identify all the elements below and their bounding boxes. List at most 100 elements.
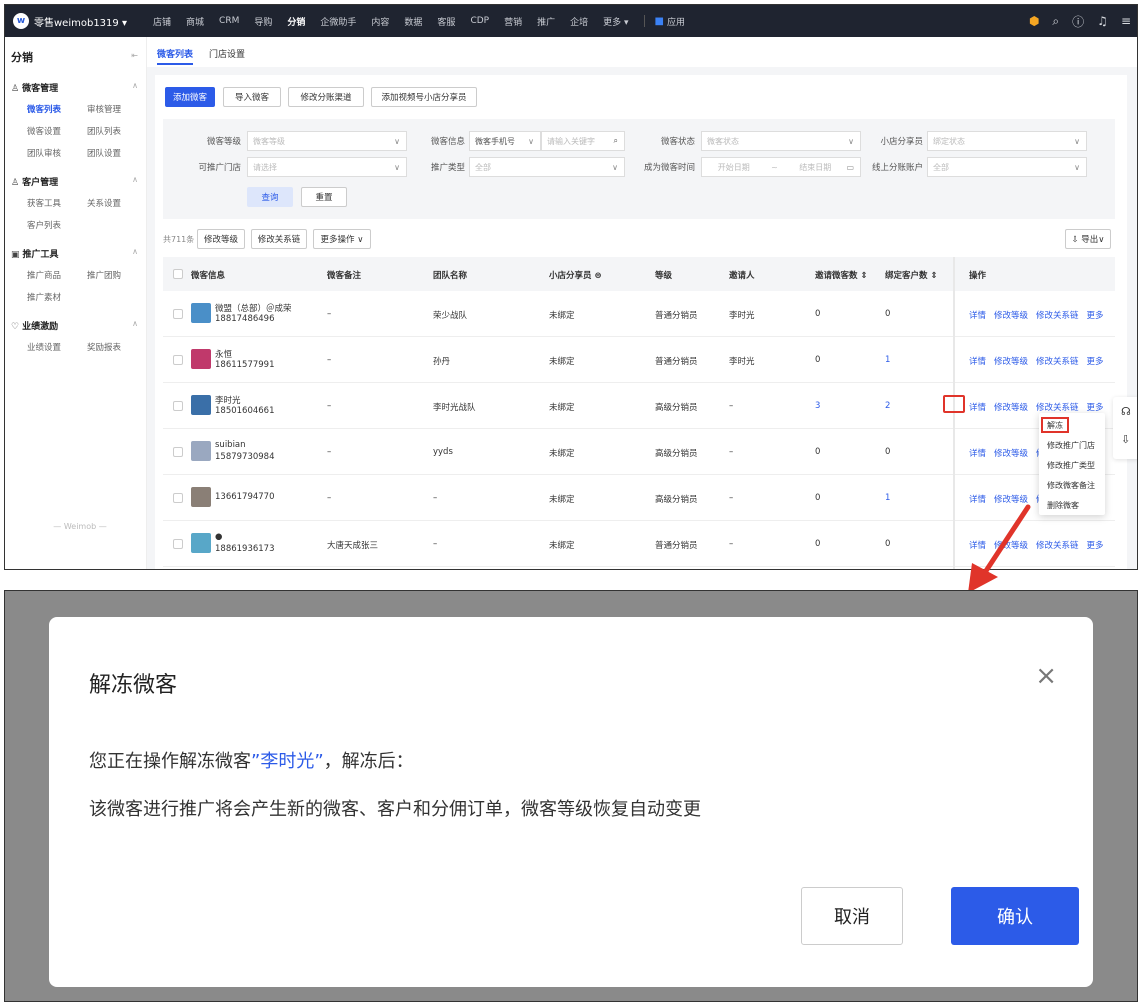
confirm-button[interactable]: 确认	[951, 887, 1079, 945]
sidebar-item[interactable]: 微客设置	[27, 125, 61, 137]
row-checkbox[interactable]	[173, 401, 183, 411]
more-link[interactable]: 更多	[1087, 355, 1104, 367]
edit-level-link[interactable]: 修改等级	[994, 355, 1028, 367]
more-actions-button[interactable]: 更多操作 ∨	[313, 229, 371, 249]
topnav-item[interactable]: 内容	[371, 15, 389, 28]
topnav-item-distribution[interactable]: 分销	[287, 15, 305, 28]
hexagon-logo-icon[interactable]: ⬢	[1029, 14, 1039, 28]
details-link[interactable]: 详情	[969, 447, 986, 459]
bell-icon[interactable]: ♫	[1097, 14, 1108, 28]
details-link[interactable]: 详情	[969, 493, 986, 505]
keyword-input[interactable]: 请输入关键字 ⌕	[541, 131, 625, 151]
topnav-item[interactable]: 营销	[504, 15, 522, 28]
details-link[interactable]: 详情	[969, 355, 986, 367]
sidebar-item-wike-list[interactable]: 微客列表	[27, 103, 61, 115]
close-icon[interactable]: ×	[1035, 663, 1057, 689]
chevron-up-icon[interactable]: ∧	[132, 175, 138, 184]
add-wike-button[interactable]: 添加微客	[165, 87, 215, 107]
collapse-icon[interactable]: ⇤	[131, 51, 138, 60]
topnav-item[interactable]: 推广	[537, 15, 555, 28]
menu-item-edit-remark[interactable]: 修改微客备注	[1047, 480, 1095, 491]
edit-level-link[interactable]: 修改等级	[994, 309, 1028, 321]
edit-relation-link[interactable]: 修改关系链	[1036, 355, 1079, 367]
search-icon[interactable]: ⌕	[614, 136, 618, 146]
reset-button[interactable]: 重置	[301, 187, 347, 207]
sidebar-group-customer[interactable]: ♙ 客户管理	[11, 175, 58, 188]
row-checkbox[interactable]	[173, 539, 183, 549]
date-range-picker[interactable]: 开始日期 ~ 结束日期 ▭	[701, 157, 861, 177]
menu-item-unfreeze[interactable]: 解冻	[1047, 420, 1063, 431]
sidebar-group-wike[interactable]: ♙ 微客管理	[11, 81, 58, 94]
topnav-item[interactable]: 数据	[404, 15, 422, 28]
more-link[interactable]: 更多	[1087, 539, 1104, 551]
menu-item-edit-store[interactable]: 修改推广门店	[1047, 440, 1095, 451]
edit-relation-link[interactable]: 修改关系链	[1036, 401, 1079, 413]
import-wike-button[interactable]: 导入微客	[223, 87, 281, 107]
row-checkbox[interactable]	[173, 309, 183, 319]
tab-wike-list[interactable]: 微客列表	[157, 47, 193, 60]
sidebar-group-incentive[interactable]: ♡ 业绩激励	[11, 319, 58, 332]
sharer-select[interactable]: 绑定状态 ∨	[927, 131, 1087, 151]
sidebar-item[interactable]: 团队审核	[27, 147, 61, 159]
topnav-item-more[interactable]: 更多 ▾	[603, 15, 628, 28]
account-select[interactable]: 全部 ∨	[927, 157, 1087, 177]
sidebar-item[interactable]: 推广素材	[27, 291, 61, 303]
cell-bound[interactable]: 1	[885, 493, 890, 503]
sidebar-item[interactable]: 奖励报表	[87, 341, 121, 353]
download-icon[interactable]: ⇩	[1121, 433, 1130, 446]
add-video-sharer-button[interactable]: 添加视频号小店分享员	[371, 87, 477, 107]
topnav-item[interactable]: 企微助手	[320, 15, 356, 28]
edit-relation-button[interactable]: 修改关系链	[251, 229, 307, 249]
query-button[interactable]: 查询	[247, 187, 293, 207]
cell-bound[interactable]: 2	[885, 401, 890, 411]
store-select[interactable]: 请选择 ∨	[247, 157, 407, 177]
search-icon[interactable]: ⌕	[1052, 14, 1059, 29]
sidebar-group-promo[interactable]: ▣ 推广工具	[11, 247, 59, 260]
tab-store-settings[interactable]: 门店设置	[209, 47, 245, 60]
status-select[interactable]: 微客状态 ∨	[701, 131, 861, 151]
more-link[interactable]: 更多	[1087, 309, 1104, 321]
edit-relation-link[interactable]: 修改关系链	[1036, 539, 1079, 551]
sidebar-item[interactable]: 业绩设置	[27, 341, 61, 353]
edit-relation-link[interactable]: 修改关系链	[1036, 309, 1079, 321]
topnav-item[interactable]: 店铺	[153, 15, 171, 28]
info-type-select[interactable]: 微客手机号 ∨	[469, 131, 541, 151]
edit-split-channel-button[interactable]: 修改分账渠道	[288, 87, 364, 107]
edit-level-link[interactable]: 修改等级	[994, 447, 1028, 459]
help-icon[interactable]: ⓘ	[1072, 13, 1084, 30]
sidebar-item[interactable]: 团队设置	[87, 147, 121, 159]
topnav-item[interactable]: 企培	[570, 15, 588, 28]
select-all-checkbox[interactable]	[173, 269, 183, 279]
chevron-up-icon[interactable]: ∧	[132, 81, 138, 90]
sidebar-item[interactable]: 客户列表	[27, 219, 61, 231]
topnav-item[interactable]: CDP	[470, 16, 489, 26]
topnav-item[interactable]: 商城	[186, 15, 204, 28]
topnav-item[interactable]: 客服	[437, 15, 455, 28]
promo-type-select[interactable]: 全部 ∨	[469, 157, 625, 177]
row-checkbox[interactable]	[173, 355, 183, 365]
sidebar-item[interactable]: 团队列表	[87, 125, 121, 137]
menu-icon[interactable]: ≡	[1121, 14, 1131, 28]
sidebar-item[interactable]: 审核管理	[87, 103, 121, 115]
topnav-item-apps[interactable]: 应用	[667, 15, 685, 28]
cancel-button[interactable]: 取消	[801, 887, 903, 945]
topnav-item[interactable]: 导购	[254, 15, 272, 28]
topnav-item[interactable]: CRM	[219, 16, 239, 26]
cell-bound[interactable]: 1	[885, 355, 890, 365]
level-select[interactable]: 微客等级 ∨	[247, 131, 407, 151]
brand-switcher[interactable]: w 零售weimob1319 ▾	[5, 13, 153, 29]
edit-level-button[interactable]: 修改等级	[197, 229, 245, 249]
column-header-sortable[interactable]: 邀请微客数 ⇕	[815, 269, 868, 281]
column-header-sortable[interactable]: 绑定客户数 ⇕	[885, 269, 938, 281]
more-link[interactable]: 更多	[1087, 401, 1104, 413]
export-button[interactable]: ⇩ 导出∨	[1065, 229, 1111, 249]
edit-level-link[interactable]: 修改等级	[994, 493, 1028, 505]
chevron-up-icon[interactable]: ∧	[132, 247, 138, 256]
details-link[interactable]: 详情	[969, 309, 986, 321]
sidebar-item[interactable]: 推广团购	[87, 269, 121, 281]
sidebar-item[interactable]: 推广商品	[27, 269, 61, 281]
menu-item-edit-type[interactable]: 修改推广类型	[1047, 460, 1095, 471]
chevron-up-icon[interactable]: ∧	[132, 319, 138, 328]
edit-level-link[interactable]: 修改等级	[994, 401, 1028, 413]
row-checkbox[interactable]	[173, 447, 183, 457]
